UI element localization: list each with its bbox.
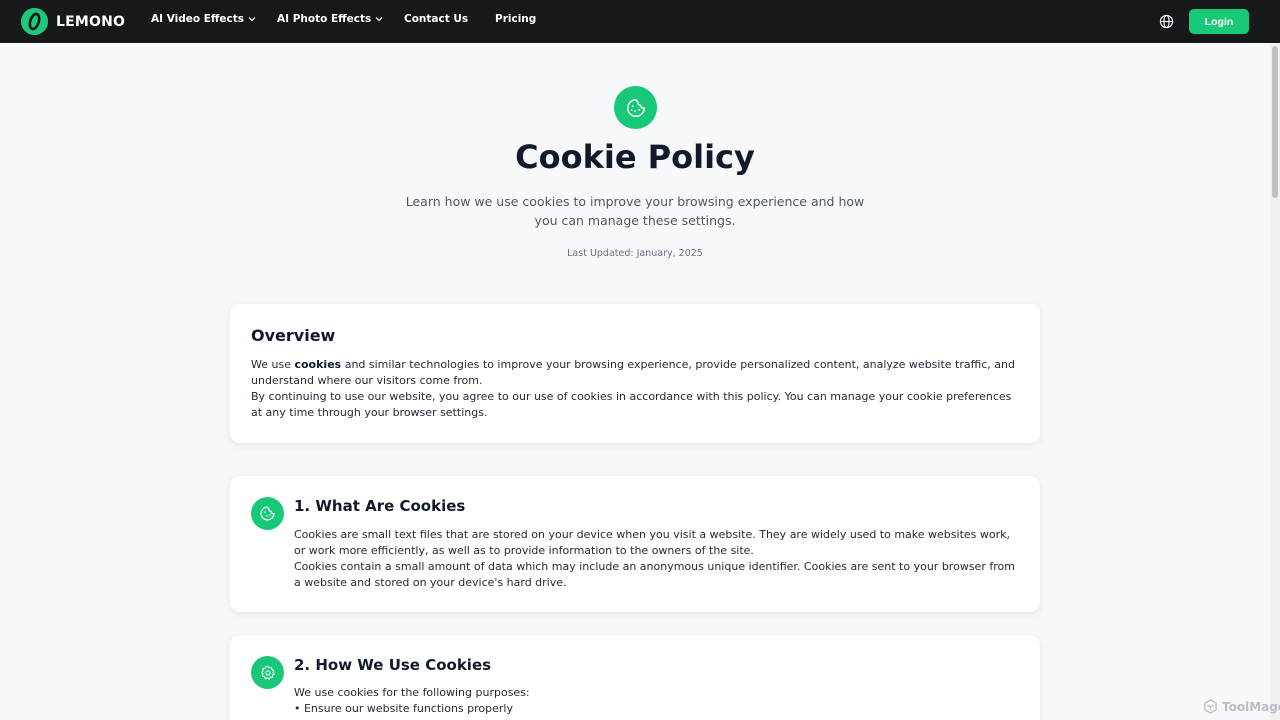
overview-paragraph-1: We use cookies and similar technologies … bbox=[251, 358, 1015, 387]
section-body: We use cookies for the following purpose… bbox=[294, 685, 1020, 717]
section-how-we-use-cookies: 2. How We Use Cookies We use cookies for… bbox=[230, 635, 1040, 720]
section-title: 2. How We Use Cookies bbox=[294, 656, 492, 674]
page-subtitle: Learn how we use cookies to improve your… bbox=[405, 194, 865, 228]
brand-logo[interactable]: LEMONO bbox=[21, 8, 125, 35]
nav-item-contact-us[interactable]: Contact Us bbox=[404, 13, 468, 25]
section-paragraph-2: Cookies contain a small amount of data w… bbox=[294, 560, 1015, 589]
cookie-icon bbox=[614, 86, 657, 129]
gear-icon bbox=[251, 656, 284, 689]
top-navbar: LEMONO AI Video Effects AI Photo Effects… bbox=[0, 0, 1280, 43]
watermark: ToolMage bbox=[1203, 699, 1280, 714]
nav-item-label: Pricing bbox=[495, 13, 537, 25]
chevron-down-icon bbox=[375, 17, 383, 22]
overview-body: We use cookies and similar technologies … bbox=[251, 357, 1019, 421]
nav-item-label: AI Photo Effects bbox=[277, 13, 372, 25]
login-button[interactable]: Login bbox=[1189, 9, 1249, 34]
overview-paragraph-2: By continuing to use our website, you ag… bbox=[251, 390, 1012, 419]
section-what-are-cookies: 1. What Are Cookies Cookies are small te… bbox=[230, 476, 1040, 612]
scrollbar-thumb[interactable] bbox=[1272, 46, 1278, 198]
last-updated-text: Last Updated: January, 2025 bbox=[567, 248, 703, 259]
watermark-text: ToolMage bbox=[1222, 699, 1280, 714]
brand-name: LEMONO bbox=[56, 13, 126, 30]
overview-title: Overview bbox=[251, 326, 336, 345]
overview-card: Overview We use cookies and similar tech… bbox=[230, 304, 1040, 443]
list-item: • Ensure our website functions properly bbox=[294, 702, 513, 715]
section-intro: We use cookies for the following purpose… bbox=[294, 686, 530, 699]
page-title: Cookie Policy bbox=[515, 138, 755, 176]
section-title: 1. What Are Cookies bbox=[294, 497, 466, 515]
nav-item-label: AI Video Effects bbox=[151, 13, 245, 25]
nav-item-ai-video-effects[interactable]: AI Video Effects bbox=[151, 13, 256, 25]
chevron-down-icon bbox=[248, 17, 256, 22]
nav-item-label: Contact Us bbox=[404, 13, 469, 25]
section-body: Cookies are small text files that are st… bbox=[294, 527, 1020, 591]
nav-item-ai-photo-effects[interactable]: AI Photo Effects bbox=[277, 13, 383, 25]
toolmage-logo-icon bbox=[1204, 699, 1217, 714]
globe-icon[interactable] bbox=[1159, 14, 1174, 29]
lemon-logo-icon bbox=[21, 8, 48, 35]
cookies-highlight: cookies bbox=[294, 358, 342, 371]
cookie-icon bbox=[251, 497, 284, 530]
section-paragraph-1: Cookies are small text files that are st… bbox=[294, 528, 1010, 557]
nav-item-pricing[interactable]: Pricing bbox=[495, 13, 536, 25]
